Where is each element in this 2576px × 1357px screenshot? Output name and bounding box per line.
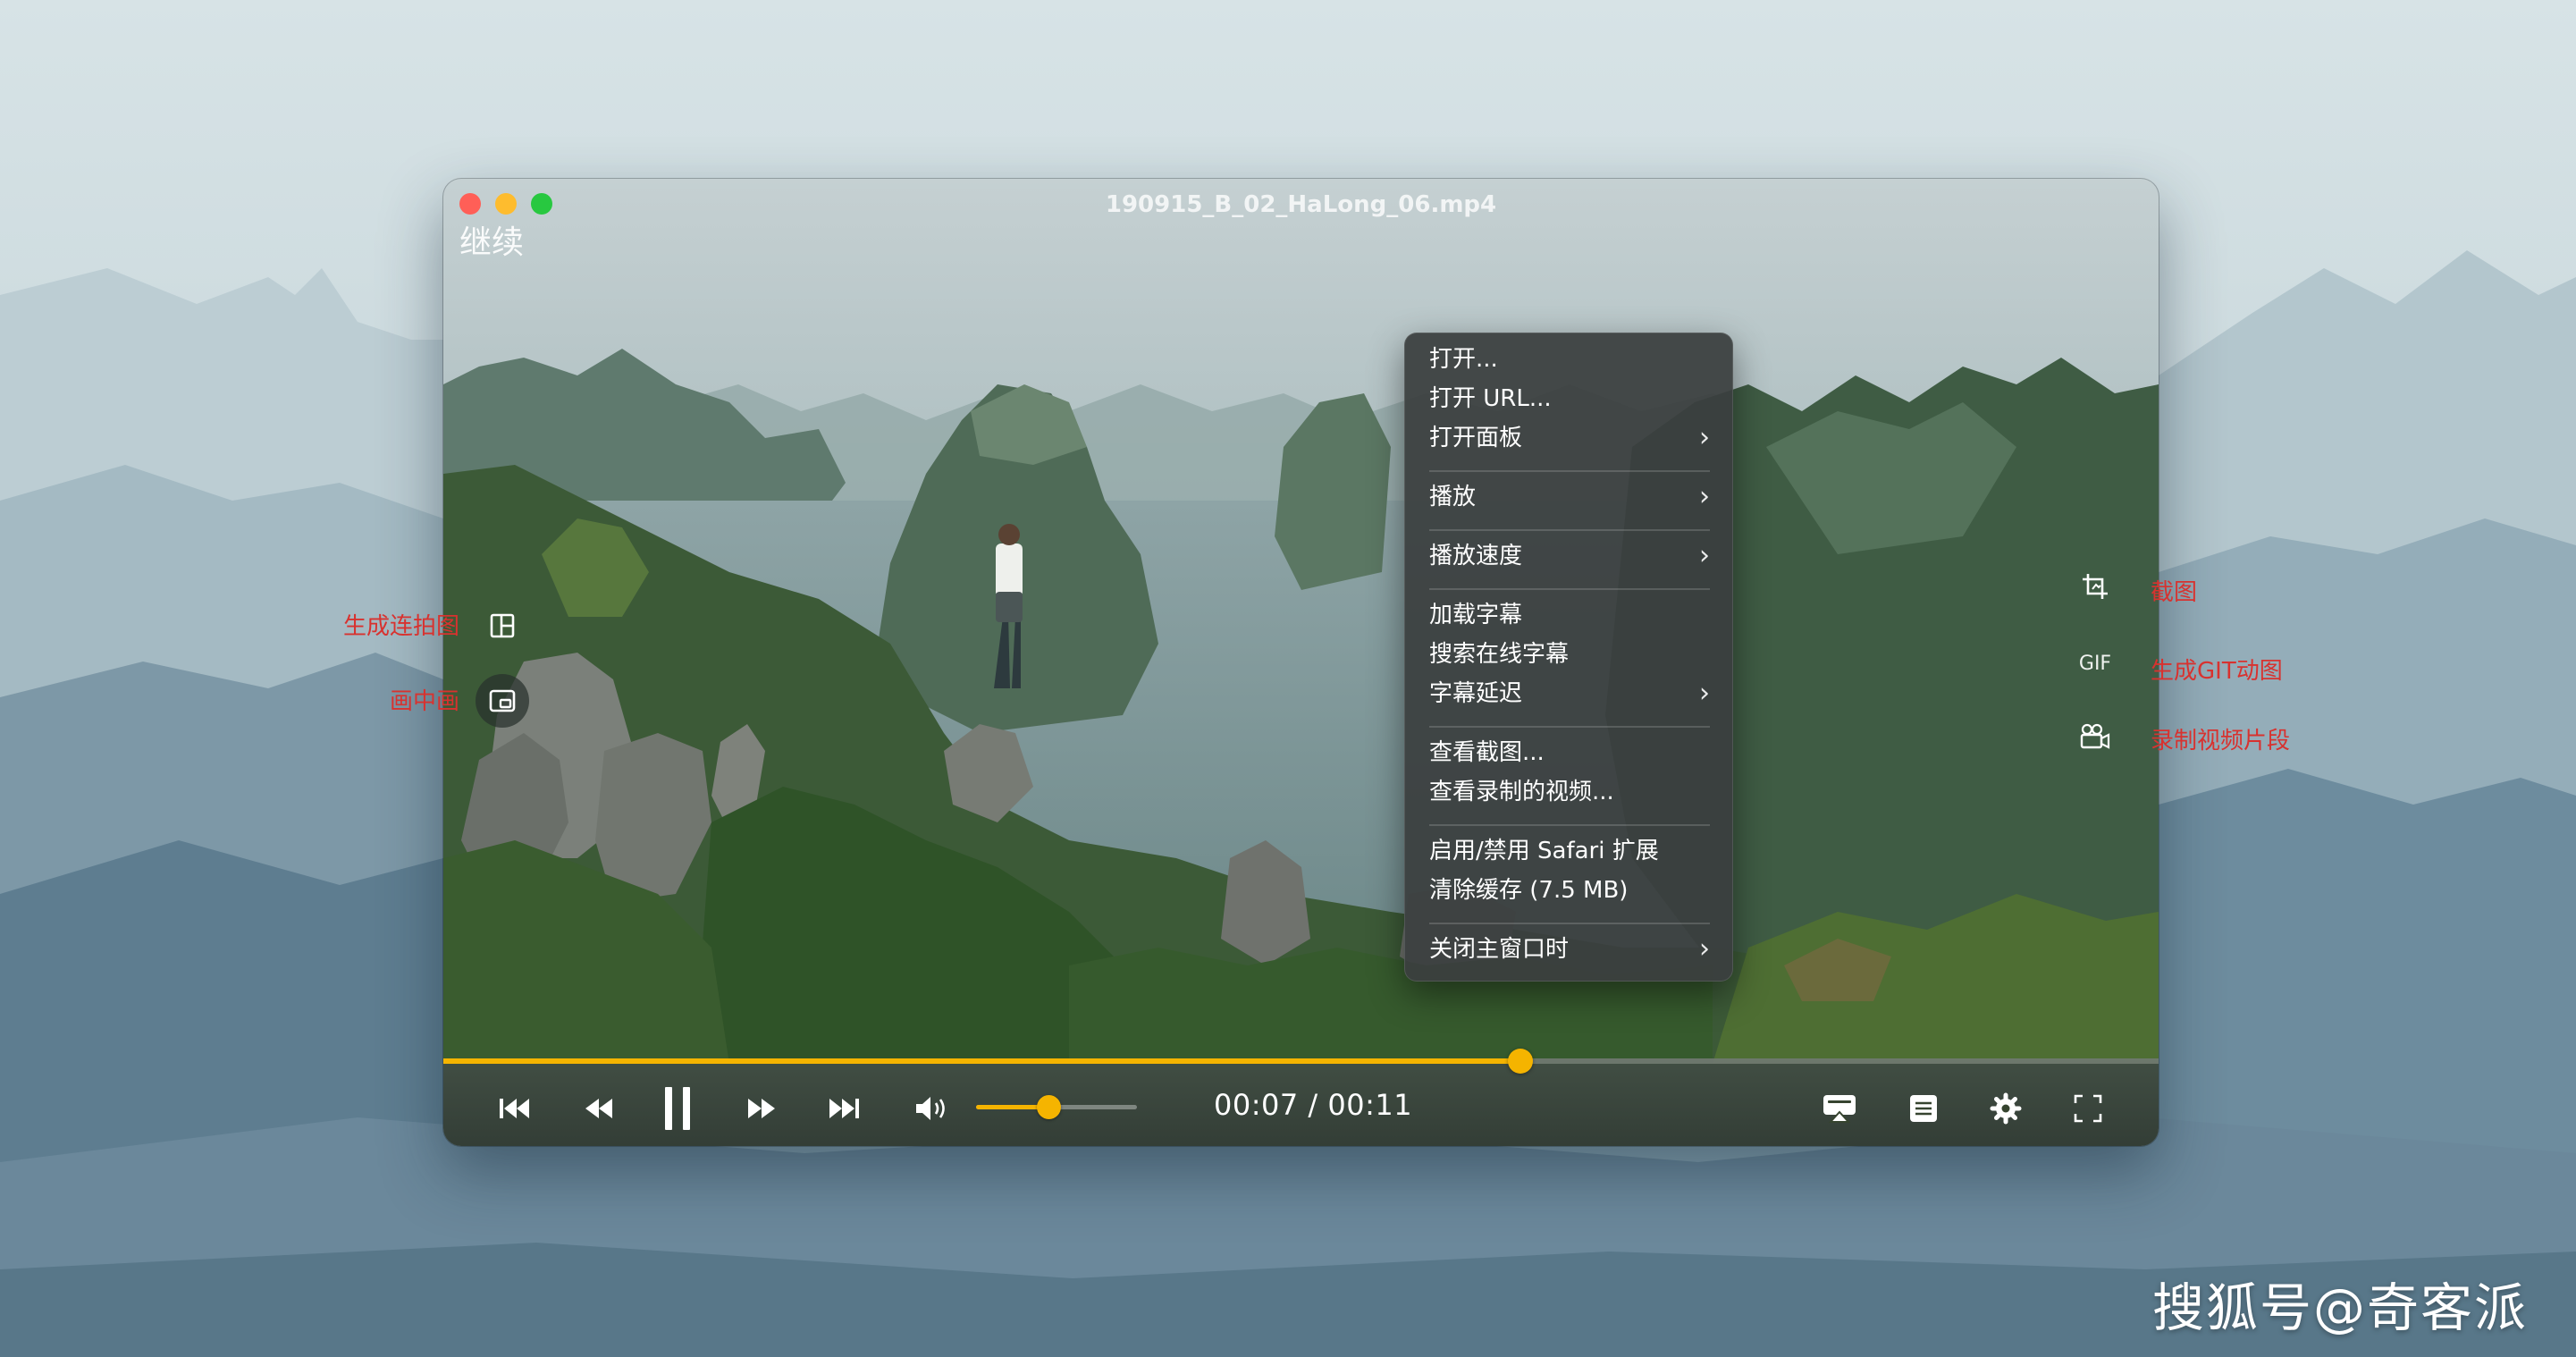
picture-in-picture-icon xyxy=(489,689,516,712)
skip-previous-icon xyxy=(500,1099,529,1118)
menu-item-clear-cache[interactable]: 清除缓存 (7.5 MB) xyxy=(1429,871,1710,910)
menu-item-view-screenshots[interactable]: 查看截图... xyxy=(1429,733,1710,772)
gif-icon: GIF xyxy=(2078,652,2112,675)
menu-item-label: 加载字幕 xyxy=(1429,602,1523,628)
chevron-right-icon: › xyxy=(1699,933,1710,965)
time-display: 00:07 / 00:11 xyxy=(1214,1088,1413,1122)
menu-item-playback-speed[interactable]: 播放速度 › xyxy=(1429,536,1710,576)
menu-item-label: 字幕延迟 xyxy=(1429,680,1523,707)
callout-gif: 生成GIT动图 xyxy=(2151,658,2283,685)
callout-picture-in-picture: 画中画 xyxy=(390,688,460,715)
fast-forward-button[interactable] xyxy=(737,1083,787,1134)
fullscreen-icon xyxy=(2074,1094,2102,1123)
menu-item-label: 查看录制的视频... xyxy=(1429,779,1614,805)
contact-sheet-button[interactable] xyxy=(476,599,529,653)
airplay-button[interactable] xyxy=(1814,1083,1865,1134)
menu-item-open-url[interactable]: 打开 URL... xyxy=(1429,379,1710,418)
chevron-right-icon: › xyxy=(1699,422,1710,453)
menu-item-label: 播放速度 xyxy=(1429,543,1523,569)
volume-button[interactable] xyxy=(906,1083,956,1134)
chevron-right-icon: › xyxy=(1699,678,1710,709)
volume-icon xyxy=(916,1097,945,1120)
record-video-button[interactable] xyxy=(2068,710,2122,763)
volume-knob[interactable] xyxy=(1037,1095,1061,1119)
menu-item-view-recordings[interactable]: 查看录制的视频... xyxy=(1429,772,1710,812)
rewind-icon xyxy=(585,1099,612,1118)
settings-button[interactable] xyxy=(1981,1083,2031,1134)
skip-previous-button[interactable] xyxy=(490,1083,540,1134)
skip-next-button[interactable] xyxy=(819,1083,869,1134)
fullscreen-button[interactable] xyxy=(2063,1083,2113,1134)
callout-screenshot: 截图 xyxy=(2151,579,2198,606)
menu-item-label: 播放 xyxy=(1429,484,1477,510)
menu-item-load-subtitles[interactable]: 加载字幕 xyxy=(1429,595,1710,635)
title-bar[interactable]: 190915_B_02_HaLong_06.mp4 xyxy=(443,179,2159,232)
chevron-right-icon: › xyxy=(1699,481,1710,512)
menu-separator xyxy=(1429,588,1710,590)
progress-bar[interactable] xyxy=(443,1049,2159,1074)
menu-item-on-main-window-close[interactable]: 关闭主窗口时 › xyxy=(1429,930,1710,969)
menu-item-playback[interactable]: 播放 › xyxy=(1429,477,1710,517)
pause-button[interactable] xyxy=(652,1083,703,1134)
crop-screenshot-icon xyxy=(2083,574,2108,599)
playlist-icon xyxy=(1910,1095,1937,1122)
menu-item-subtitle-delay[interactable]: 字幕延迟 › xyxy=(1429,674,1710,713)
progress-fill xyxy=(443,1058,1521,1064)
menu-item-search-online-subtitles[interactable]: 搜索在线字幕 xyxy=(1429,635,1710,674)
watermark: 搜狐号@奇客派 xyxy=(2152,1277,2529,1338)
context-menu: 打开... 打开 URL... 打开面板 › 播放 › 播放速度 › 加载字幕 搜索在… xyxy=(1404,333,1733,982)
pause-icon xyxy=(665,1087,690,1130)
gif-button[interactable]: GIF xyxy=(2068,636,2122,690)
rewind-button[interactable] xyxy=(574,1083,624,1134)
crop-screenshot-button[interactable] xyxy=(2068,560,2122,613)
menu-item-toggle-safari-extension[interactable]: 启用/禁用 Safari 扩展 xyxy=(1429,831,1710,871)
menu-item-open[interactable]: 打开... xyxy=(1429,340,1710,379)
video-camera-icon xyxy=(2080,723,2110,749)
chevron-right-icon: › xyxy=(1699,540,1710,571)
progress-knob[interactable] xyxy=(1508,1049,1534,1074)
menu-separator xyxy=(1429,470,1710,472)
video-frame xyxy=(443,179,2159,1064)
skip-next-icon xyxy=(829,1099,859,1118)
menu-separator xyxy=(1429,923,1710,924)
fast-forward-icon xyxy=(748,1099,775,1118)
callout-record-video: 录制视频片段 xyxy=(2151,728,2291,754)
callout-contact-sheet: 生成连拍图 xyxy=(343,613,460,640)
window-title: 190915_B_02_HaLong_06.mp4 xyxy=(1105,191,1497,218)
menu-item-label: 打开面板 xyxy=(1429,425,1523,451)
menu-item-label: 清除缓存 (7.5 MB) xyxy=(1429,877,1629,904)
volume-slider[interactable] xyxy=(976,1095,1137,1119)
menu-item-label: 启用/禁用 Safari 扩展 xyxy=(1429,838,1659,864)
menu-separator xyxy=(1429,824,1710,826)
resume-label[interactable]: 继续 xyxy=(459,216,524,263)
menu-item-label: 关闭主窗口时 xyxy=(1429,936,1570,963)
picture-in-picture-button[interactable] xyxy=(476,674,529,728)
menu-item-label: 搜索在线字幕 xyxy=(1429,641,1570,668)
contact-sheet-icon xyxy=(490,613,515,638)
menu-item-label: 打开... xyxy=(1429,346,1498,373)
airplay-icon xyxy=(1823,1095,1856,1123)
player-window: 190915_B_02_HaLong_06.mp4 继续 GIF 打开... 打… xyxy=(443,179,2159,1146)
menu-item-open-panel[interactable]: 打开面板 › xyxy=(1429,418,1710,458)
menu-item-label: 查看截图... xyxy=(1429,739,1545,766)
menu-item-label: 打开 URL... xyxy=(1429,385,1552,412)
menu-separator xyxy=(1429,726,1710,728)
playlist-button[interactable] xyxy=(1898,1083,1949,1134)
menu-separator xyxy=(1429,529,1710,531)
settings-icon xyxy=(1990,1092,2022,1125)
